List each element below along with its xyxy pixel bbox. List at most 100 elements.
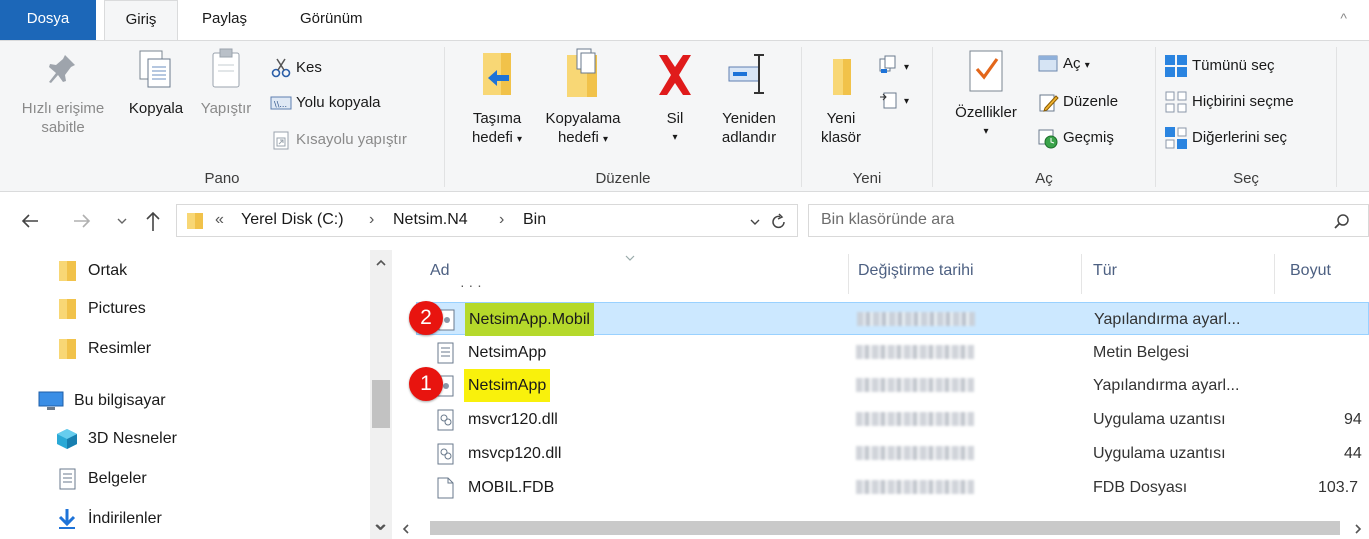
recent-locations-chevron-icon[interactable] — [116, 216, 128, 226]
forward-arrow-icon[interactable] — [72, 212, 92, 230]
clipboard-icon — [212, 48, 240, 88]
collapse-ribbon-icon[interactable]: ^ — [1340, 10, 1347, 26]
copy-icon — [139, 50, 171, 88]
search-box[interactable]: Bin klasöründe ara — [808, 204, 1369, 237]
breadcrumb-overflow[interactable]: « — [215, 211, 224, 229]
table-row[interactable]: MOBIL.FDB FDB Dosyası 103.7 — [416, 471, 1369, 504]
breadcrumb-separator[interactable]: › — [369, 211, 374, 229]
easy-access-button[interactable]: ▾ — [878, 87, 909, 113]
table-row[interactable]: NetsimApp.Mobil Yapılandırma ayarl... — [416, 302, 1369, 336]
text-file-icon — [437, 342, 454, 364]
group-label-new: Yeni — [852, 170, 882, 187]
select-all-button[interactable]: Tümünü seç — [1164, 53, 1275, 79]
column-header-size[interactable]: Boyut — [1290, 262, 1331, 280]
scrollbar-thumb[interactable] — [372, 380, 390, 428]
tab-share[interactable]: Paylaş — [188, 0, 261, 40]
refresh-icon[interactable] — [771, 213, 787, 231]
group-clipboard: Hızlı erişime sabitle Kopyala Yapıştır K… — [0, 41, 444, 191]
move-to-button[interactable]: Taşıma hedefi ▾ — [457, 45, 537, 149]
column-divider[interactable] — [1081, 254, 1082, 294]
chevron-down-icon: ▾ — [904, 62, 910, 73]
select-none-button[interactable]: Hiçbirini seçme — [1164, 89, 1294, 115]
nav-pane-scrollbar[interactable] — [370, 250, 392, 539]
open-button[interactable]: Aç ▾ — [1037, 51, 1090, 77]
file-list-horizontal-scrollbar[interactable] — [400, 517, 1369, 539]
column-header-date[interactable]: Değiştirme tarihi — [858, 262, 974, 280]
scroll-left-icon[interactable] — [400, 523, 412, 535]
folder-icon — [59, 299, 76, 319]
pin-quick-access-button[interactable]: Hızlı erişime sabitle — [8, 45, 118, 137]
file-date-blurred — [856, 412, 974, 426]
tab-file[interactable]: Dosya — [0, 0, 96, 40]
breadcrumb-bin[interactable]: Bin — [523, 211, 546, 229]
cut-button[interactable]: Kes — [270, 55, 322, 81]
copy-path-button[interactable]: \\... Yolu kopyala — [270, 90, 381, 116]
column-header-name[interactable]: Ad — [430, 262, 450, 280]
table-row[interactable]: NetsimApp Yapılandırma ayarl... — [416, 369, 1369, 402]
paste-button[interactable]: Yapıştır — [194, 45, 258, 118]
scroll-right-icon[interactable] — [1352, 523, 1364, 535]
paste-shortcut-icon — [273, 131, 289, 150]
new-folder-button[interactable]: Yeni klasör — [806, 45, 876, 147]
column-divider[interactable] — [848, 254, 849, 294]
rename-label-line1: Yeniden — [722, 110, 776, 127]
tab-view[interactable]: Görünüm — [286, 0, 377, 40]
tab-home[interactable]: Giriş — [104, 0, 178, 41]
ribbon: Hızlı erişime sabitle Kopyala Yapıştır K… — [0, 40, 1369, 192]
group-label-open: Aç — [1035, 170, 1053, 187]
copy-to-icon — [567, 48, 597, 97]
rename-button[interactable]: Yeniden adlandır — [707, 45, 791, 147]
new-item-button[interactable]: ▾ — [878, 53, 909, 79]
scroll-up-icon[interactable] — [375, 258, 387, 268]
svg-text:\\...: \\... — [274, 100, 287, 109]
breadcrumb-separator[interactable]: › — [499, 211, 504, 229]
group-select: Tümünü seç Hiçbirini seçme Diğerlerini s… — [1156, 41, 1336, 191]
chevron-down-icon: ▾ — [672, 132, 678, 143]
file-date-blurred — [856, 345, 974, 359]
file-date-blurred — [856, 378, 974, 392]
file-date-blurred — [857, 312, 975, 326]
invert-selection-button[interactable]: Diğerlerini seç — [1164, 125, 1287, 151]
folder-icon — [59, 261, 76, 281]
copy-button[interactable]: Kopyala — [120, 45, 192, 118]
scissors-icon — [271, 58, 291, 78]
table-row[interactable]: NetsimApp Metin Belgesi — [416, 336, 1369, 369]
file-name: NetsimApp.Mobil — [465, 303, 594, 336]
file-type: Uygulama uzantısı — [1093, 411, 1226, 428]
folder-icon — [187, 213, 203, 229]
delete-button[interactable]: Sil ▾ — [645, 45, 705, 147]
nav-item-label: 3D Nesneler — [88, 430, 177, 447]
up-arrow-icon[interactable] — [144, 210, 162, 232]
ribbon-tab-bar: Dosya Giriş Paylaş Görünüm ^ — [0, 0, 1369, 41]
back-arrow-icon[interactable] — [20, 212, 40, 230]
edit-button[interactable]: Düzenle — [1037, 89, 1118, 115]
properties-button[interactable]: Özellikler ▾ — [943, 45, 1029, 141]
column-divider[interactable] — [1274, 254, 1275, 294]
easy-access-icon — [880, 92, 897, 109]
move-to-label-line1: Taşıma — [472, 110, 522, 127]
nav-item-label: Ortak — [88, 262, 128, 279]
select-none-label: Hiçbirini seçme — [1192, 93, 1294, 110]
group-divider — [1336, 47, 1337, 187]
invert-selection-label: Diğerlerini seç — [1192, 129, 1288, 146]
nav-item-label: Pictures — [88, 300, 146, 317]
scrollbar-thumb[interactable] — [430, 521, 1340, 535]
file-type: Yapılandırma ayarl... — [1093, 377, 1240, 394]
address-bar[interactable]: « Yerel Disk (C:) › Netsim.N4 › Bin — [176, 204, 798, 237]
new-folder-label-line1: Yeni — [826, 110, 856, 127]
edit-pencil-icon — [1039, 94, 1059, 112]
search-icon[interactable] — [1333, 213, 1351, 231]
table-row[interactable]: msvcr120.dll Uygulama uzantısı 94 — [416, 403, 1369, 436]
scroll-down-icon[interactable] — [374, 522, 386, 532]
address-history-chevron-icon[interactable] — [749, 217, 761, 227]
table-row[interactable]: msvcp120.dll Uygulama uzantısı 44 — [416, 437, 1369, 470]
column-header-type[interactable]: Tür — [1093, 262, 1117, 280]
copy-to-button[interactable]: Kopyalama hedefi ▾ — [537, 45, 629, 149]
group-organize: Taşıma hedefi ▾ Kopyalama hedefi ▾ Sil ▾ — [445, 41, 801, 191]
copy-path-icon: \\... — [270, 96, 292, 110]
breadcrumb-local-disk[interactable]: Yerel Disk (C:) — [241, 211, 344, 229]
chevron-down-icon: ▾ — [904, 96, 910, 107]
paste-shortcut-button[interactable]: Kısayolu yapıştır — [270, 127, 407, 153]
history-button[interactable]: Geçmiş — [1037, 125, 1114, 151]
breadcrumb-netsim[interactable]: Netsim.N4 — [393, 211, 468, 229]
